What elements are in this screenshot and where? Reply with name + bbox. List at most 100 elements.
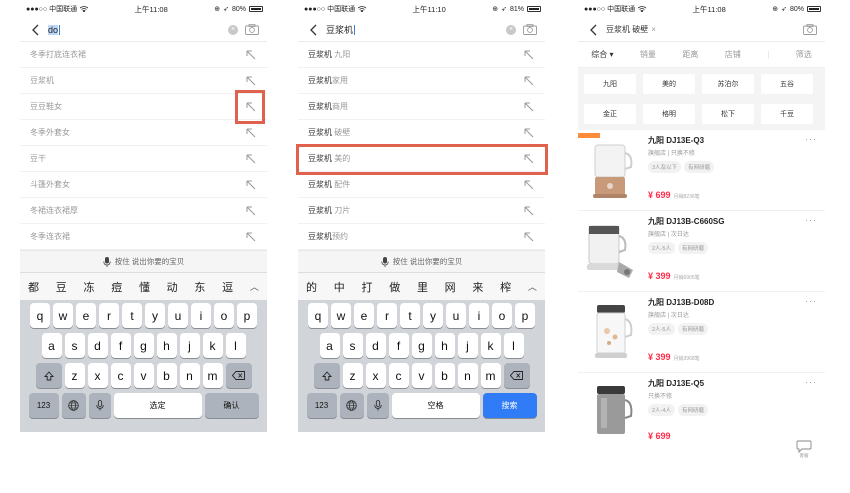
suggestion-item[interactable]: 豆干: [20, 146, 267, 172]
search-tag[interactable]: 豆浆机 破壁 ×: [606, 24, 656, 35]
brand-filter-chip[interactable]: 美的: [643, 74, 695, 94]
voice-search-bar[interactable]: 按住 说出你要的宝贝: [298, 250, 545, 272]
space-key[interactable]: 空格: [391, 393, 480, 418]
key[interactable]: k: [480, 333, 501, 358]
brand-filter-chip[interactable]: 格明: [643, 104, 695, 124]
key[interactable]: l: [503, 333, 524, 358]
key[interactable]: m: [202, 363, 223, 388]
suggestion-item[interactable]: 豆浆机家用: [298, 68, 545, 94]
key[interactable]: t: [400, 303, 420, 328]
fill-arrow-icon[interactable]: [245, 153, 257, 165]
key[interactable]: a: [41, 333, 62, 358]
confirm-key[interactable]: 确认: [204, 393, 259, 418]
brand-filter-chip[interactable]: 千豆: [761, 104, 813, 124]
fill-arrow-icon[interactable]: [523, 205, 535, 217]
suggestion-item[interactable]: 冬季打底连衣裙: [20, 42, 267, 68]
key[interactable]: s: [342, 333, 363, 358]
key[interactable]: f: [388, 333, 409, 358]
back-icon[interactable]: [586, 21, 600, 39]
sort-sales[interactable]: 销量: [640, 49, 656, 60]
key[interactable]: a: [319, 333, 340, 358]
candidate-char[interactable]: 东: [194, 279, 205, 295]
suggestion-item[interactable]: 冬季连衣裙: [20, 224, 267, 250]
key[interactable]: z: [64, 363, 85, 388]
filter-button[interactable]: 筛选: [796, 49, 812, 60]
key[interactable]: p: [237, 303, 257, 328]
key[interactable]: h: [156, 333, 177, 358]
brand-filter-chip[interactable]: 五谷: [761, 74, 813, 94]
key[interactable]: x: [365, 363, 386, 388]
brand-filter-chip[interactable]: 松下: [702, 104, 754, 124]
search-input[interactable]: 豆浆机 破壁 ×: [606, 24, 796, 35]
key[interactable]: o: [214, 303, 234, 328]
key[interactable]: f: [110, 333, 131, 358]
camera-icon[interactable]: [522, 24, 537, 36]
expand-candidates-icon[interactable]: ︿: [250, 280, 259, 293]
key[interactable]: x: [87, 363, 108, 388]
product-image[interactable]: [578, 215, 644, 287]
candidate-char[interactable]: 痘: [111, 279, 122, 295]
candidate-char[interactable]: 豆: [56, 279, 67, 295]
fill-arrow-icon[interactable]: [523, 231, 535, 243]
suggestion-item[interactable]: 豆浆机 九阳: [298, 42, 545, 68]
key[interactable]: u: [168, 303, 188, 328]
fill-arrow-icon[interactable]: [523, 49, 535, 61]
key[interactable]: j: [179, 333, 200, 358]
product-image[interactable]: [578, 377, 644, 449]
search-input[interactable]: do: [48, 24, 222, 35]
candidate-char[interactable]: 动: [167, 279, 178, 295]
more-icon[interactable]: ···: [805, 215, 817, 225]
candidate-char[interactable]: 里: [417, 279, 428, 295]
candidate-char[interactable]: 冻: [83, 279, 94, 295]
candidate-char[interactable]: 逗: [222, 279, 233, 295]
suggestion-item[interactable]: 豆浆机 刀片: [298, 198, 545, 224]
product-name[interactable]: 九阳 DJ13E-Q5: [648, 378, 819, 389]
key[interactable]: w: [53, 303, 73, 328]
back-icon[interactable]: [306, 21, 320, 39]
suggestion-item[interactable]: 豆浆机: [20, 68, 267, 94]
product-card[interactable]: 九阳 DJ13E-Q5 只换不修 2人-4人 有网研磨 ¥ 699 ···: [578, 373, 825, 441]
key[interactable]: r: [99, 303, 119, 328]
key[interactable]: o: [492, 303, 512, 328]
brand-filter-chip[interactable]: 九阳: [584, 74, 636, 94]
key[interactable]: g: [133, 333, 154, 358]
select-key[interactable]: 选定: [113, 393, 202, 418]
key[interactable]: e: [76, 303, 96, 328]
camera-icon[interactable]: [244, 24, 259, 36]
fill-arrow-icon[interactable]: [245, 179, 257, 191]
candidate-char[interactable]: 网: [445, 279, 456, 295]
expand-candidates-icon[interactable]: ︿: [528, 280, 537, 293]
key[interactable]: d: [365, 333, 386, 358]
product-name[interactable]: 九阳 DJ13B-C660SG: [648, 216, 819, 227]
shift-key[interactable]: [313, 363, 340, 388]
remove-tag-icon[interactable]: ×: [651, 25, 656, 34]
key[interactable]: q: [30, 303, 50, 328]
key[interactable]: q: [308, 303, 328, 328]
key[interactable]: p: [515, 303, 535, 328]
customer-service-button[interactable]: 客服: [793, 438, 815, 460]
product-card[interactable]: 九阳 DJ13E-Q3 旗舰店 | 只换不修 3人及以下 有网研磨 ¥ 699 月销…: [578, 130, 825, 211]
numbers-key[interactable]: 123: [306, 393, 337, 418]
product-card[interactable]: 九阳 DJ13B-D08D 旗舰店 | 次日达 2人-5人 有网研磨 ¥ 399 月…: [578, 292, 825, 373]
camera-icon[interactable]: [802, 24, 817, 36]
candidate-char[interactable]: 中: [334, 279, 345, 295]
key[interactable]: s: [64, 333, 85, 358]
suggestion-item[interactable]: 斗篷外套女: [20, 172, 267, 198]
key[interactable]: d: [87, 333, 108, 358]
globe-key[interactable]: [339, 393, 364, 418]
candidate-char[interactable]: 懂: [139, 279, 150, 295]
key[interactable]: j: [457, 333, 478, 358]
product-image[interactable]: [578, 296, 644, 368]
fill-arrow-icon[interactable]: [245, 127, 257, 139]
key[interactable]: l: [225, 333, 246, 358]
clear-icon[interactable]: ×: [228, 24, 238, 35]
numbers-key[interactable]: 123: [28, 393, 59, 418]
clear-icon[interactable]: ×: [506, 24, 516, 35]
fill-arrow-icon[interactable]: [245, 231, 257, 243]
candidate-char[interactable]: 都: [28, 279, 39, 295]
suggestion-item[interactable]: 冬季外套女: [20, 120, 267, 146]
product-image[interactable]: [578, 134, 644, 206]
more-icon[interactable]: ···: [805, 377, 817, 387]
candidate-char[interactable]: 榨: [500, 279, 511, 295]
search-key[interactable]: 搜索: [482, 393, 537, 418]
